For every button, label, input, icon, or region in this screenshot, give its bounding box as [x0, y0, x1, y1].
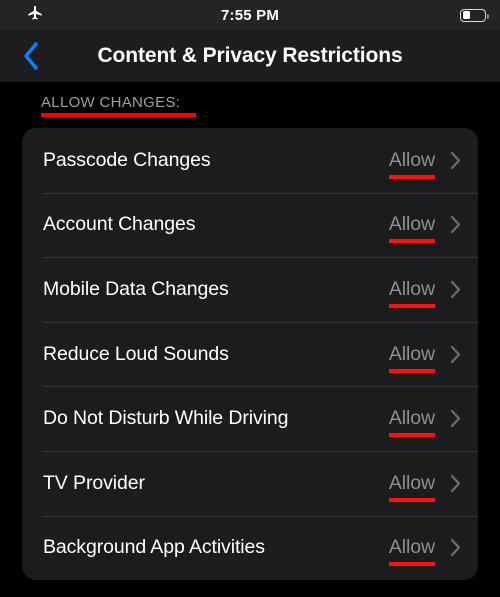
settings-list: Passcode Changes Allow Account Changes A… [22, 128, 478, 580]
chevron-right-icon [448, 215, 462, 234]
row-value-underline [388, 368, 435, 373]
row-value: Allow [388, 213, 435, 236]
battery-fill [462, 11, 470, 19]
table-row[interactable]: Do Not Disturb While Driving Allow [22, 386, 478, 451]
chevron-right-icon [448, 151, 462, 170]
row-value-group: Allow [388, 407, 435, 438]
row-label: Background App Activities [43, 536, 265, 559]
chevron-right-icon [448, 474, 462, 493]
nav-bar: Content & Privacy Restrictions [0, 30, 500, 83]
chevron-right-icon [448, 538, 462, 557]
row-value-group: Allow [388, 536, 435, 567]
row-value-group: Allow [388, 213, 435, 244]
table-row[interactable]: Mobile Data Changes Allow [22, 257, 478, 322]
table-row[interactable]: Background App Activities Allow [22, 515, 478, 580]
row-value-underline [388, 303, 435, 308]
section-header-underline [41, 113, 196, 117]
row-value-group: Allow [388, 342, 435, 373]
row-value-group: Allow [388, 148, 435, 179]
row-value-group: Allow [388, 277, 435, 308]
battery-icon [460, 8, 489, 22]
row-value: Allow [388, 407, 435, 430]
row-label: TV Provider [43, 471, 145, 494]
row-value-underline [388, 239, 435, 244]
row-value-underline [388, 433, 435, 438]
chevron-right-icon [448, 345, 462, 364]
page-title: Content & Privacy Restrictions [97, 44, 403, 67]
row-label: Account Changes [43, 213, 196, 236]
row-value-underline [388, 497, 435, 502]
settings-screen: 7:55 PM Content & Privacy Restrictions A… [0, 0, 500, 597]
row-value-group: Allow [388, 471, 435, 502]
row-value: Allow [388, 277, 435, 300]
table-row[interactable]: Reduce Loud Sounds Allow [22, 321, 478, 387]
row-value-underline [388, 174, 435, 179]
chevron-right-icon [448, 409, 462, 428]
row-label: Reduce Loud Sounds [43, 342, 229, 365]
chevron-right-icon [448, 280, 462, 299]
row-value-underline [388, 562, 435, 567]
status-time: 7:55 PM [220, 6, 280, 24]
row-label: Passcode Changes [43, 148, 211, 171]
table-row[interactable]: TV Provider Allow [22, 450, 478, 516]
row-label: Mobile Data Changes [43, 277, 229, 300]
row-value: Allow [388, 471, 435, 494]
row-value: Allow [388, 536, 435, 559]
table-row[interactable]: Passcode Changes Allow [22, 128, 478, 193]
section-header: ALLOW CHANGES: [41, 94, 196, 117]
table-row[interactable]: Account Changes Allow [22, 192, 478, 258]
section-header-label: ALLOW CHANGES: [41, 94, 181, 111]
row-value: Allow [388, 148, 435, 171]
row-value: Allow [388, 342, 435, 365]
status-bar-center: 7:55 PM [0, 0, 500, 30]
status-bar-right [460, 0, 489, 30]
row-label: Do Not Disturb While Driving [43, 407, 289, 430]
status-bar: 7:55 PM [0, 0, 500, 30]
